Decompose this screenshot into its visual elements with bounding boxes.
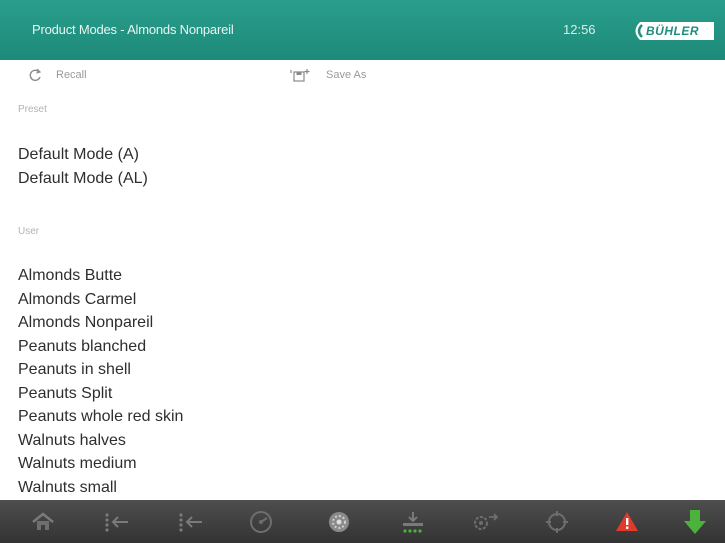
brand-logo: BÜHLER bbox=[630, 20, 716, 42]
feed-icon bbox=[403, 511, 423, 533]
preset-list: Default Mode (A) Default Mode (AL) bbox=[18, 143, 148, 190]
brand-name: BÜHLER bbox=[646, 24, 699, 38]
preset-section-label: Preset bbox=[18, 104, 47, 115]
settings-button[interactable] bbox=[456, 500, 514, 543]
warning-icon bbox=[616, 511, 638, 531]
save-as-icon bbox=[290, 68, 312, 82]
home-button[interactable] bbox=[14, 500, 72, 543]
settings-icon bbox=[474, 512, 499, 530]
list-item[interactable]: Walnuts small bbox=[18, 476, 183, 500]
home-icon bbox=[32, 511, 54, 530]
user-list: Almonds Butte Almonds Carmel Almonds Non… bbox=[18, 264, 183, 499]
list-item[interactable]: Walnuts medium bbox=[18, 452, 183, 476]
list-item[interactable]: Default Mode (A) bbox=[18, 143, 148, 167]
target-icon bbox=[546, 510, 568, 533]
sorter-icon bbox=[329, 511, 349, 532]
save-as-button[interactable]: Save As bbox=[290, 68, 366, 82]
bottom-nav-bar bbox=[0, 500, 725, 543]
clock: 12:56 bbox=[563, 22, 596, 37]
list-item[interactable]: Default Mode (AL) bbox=[18, 167, 148, 191]
list-item[interactable]: Walnuts halves bbox=[18, 429, 183, 453]
list-item[interactable]: Almonds Nonpareil bbox=[18, 311, 183, 335]
eject-left-button[interactable] bbox=[88, 500, 146, 543]
download-button[interactable] bbox=[666, 500, 724, 543]
title-bar: Product Modes - Almonds Nonpareil 12:56 … bbox=[0, 0, 725, 60]
list-item[interactable]: Peanuts Split bbox=[18, 382, 183, 406]
list-item[interactable]: Peanuts whole red skin bbox=[18, 405, 183, 429]
feed-button[interactable] bbox=[384, 500, 442, 543]
sorter-button[interactable] bbox=[310, 500, 368, 543]
gauge-icon bbox=[250, 510, 272, 533]
toolbar: Recall Save As bbox=[0, 60, 725, 96]
eject-left-alt-button[interactable] bbox=[162, 500, 220, 543]
eject-left-alt-icon bbox=[179, 512, 202, 532]
alarm-button[interactable] bbox=[598, 500, 656, 543]
refresh-icon bbox=[28, 68, 42, 82]
gauge-button[interactable] bbox=[232, 500, 290, 543]
page-title: Product Modes - Almonds Nonpareil bbox=[32, 22, 234, 37]
list-item[interactable]: Almonds Carmel bbox=[18, 288, 183, 312]
recall-button[interactable]: Recall bbox=[28, 68, 87, 82]
list-item[interactable]: Peanuts blanched bbox=[18, 335, 183, 359]
list-item[interactable]: Peanuts in shell bbox=[18, 358, 183, 382]
download-icon bbox=[684, 509, 706, 534]
list-item[interactable]: Almonds Butte bbox=[18, 264, 183, 288]
save-as-label: Save As bbox=[326, 69, 367, 81]
eject-left-icon bbox=[105, 512, 128, 532]
target-button[interactable] bbox=[528, 500, 586, 543]
recall-label: Recall bbox=[56, 69, 87, 81]
user-section-label: User bbox=[18, 226, 40, 237]
